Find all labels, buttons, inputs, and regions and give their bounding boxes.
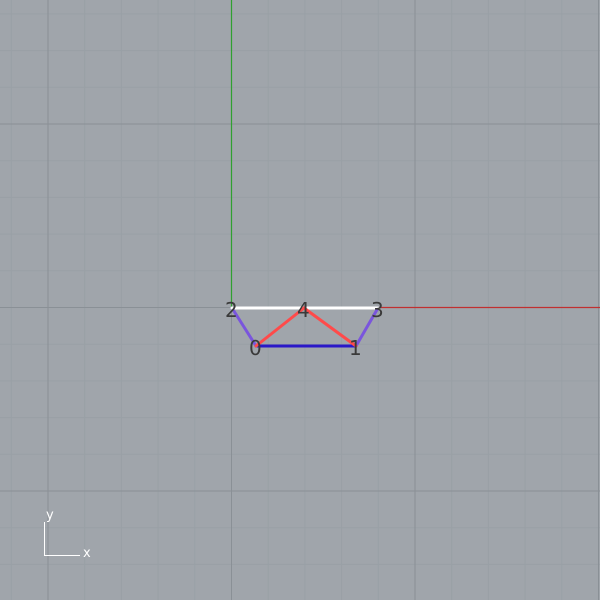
vertex-label-2: 2 <box>225 298 238 322</box>
vertex-label-4: 4 <box>297 298 310 322</box>
vertex-label-1: 1 <box>349 336 362 360</box>
gizmo-y-label: y <box>46 508 54 523</box>
viewport-canvas[interactable]: 0 1 2 3 4 y x <box>0 0 600 600</box>
vertex-label-3: 3 <box>371 298 384 322</box>
gizmo-x-label: x <box>83 546 91 561</box>
vertex-label-0: 0 <box>249 336 262 360</box>
